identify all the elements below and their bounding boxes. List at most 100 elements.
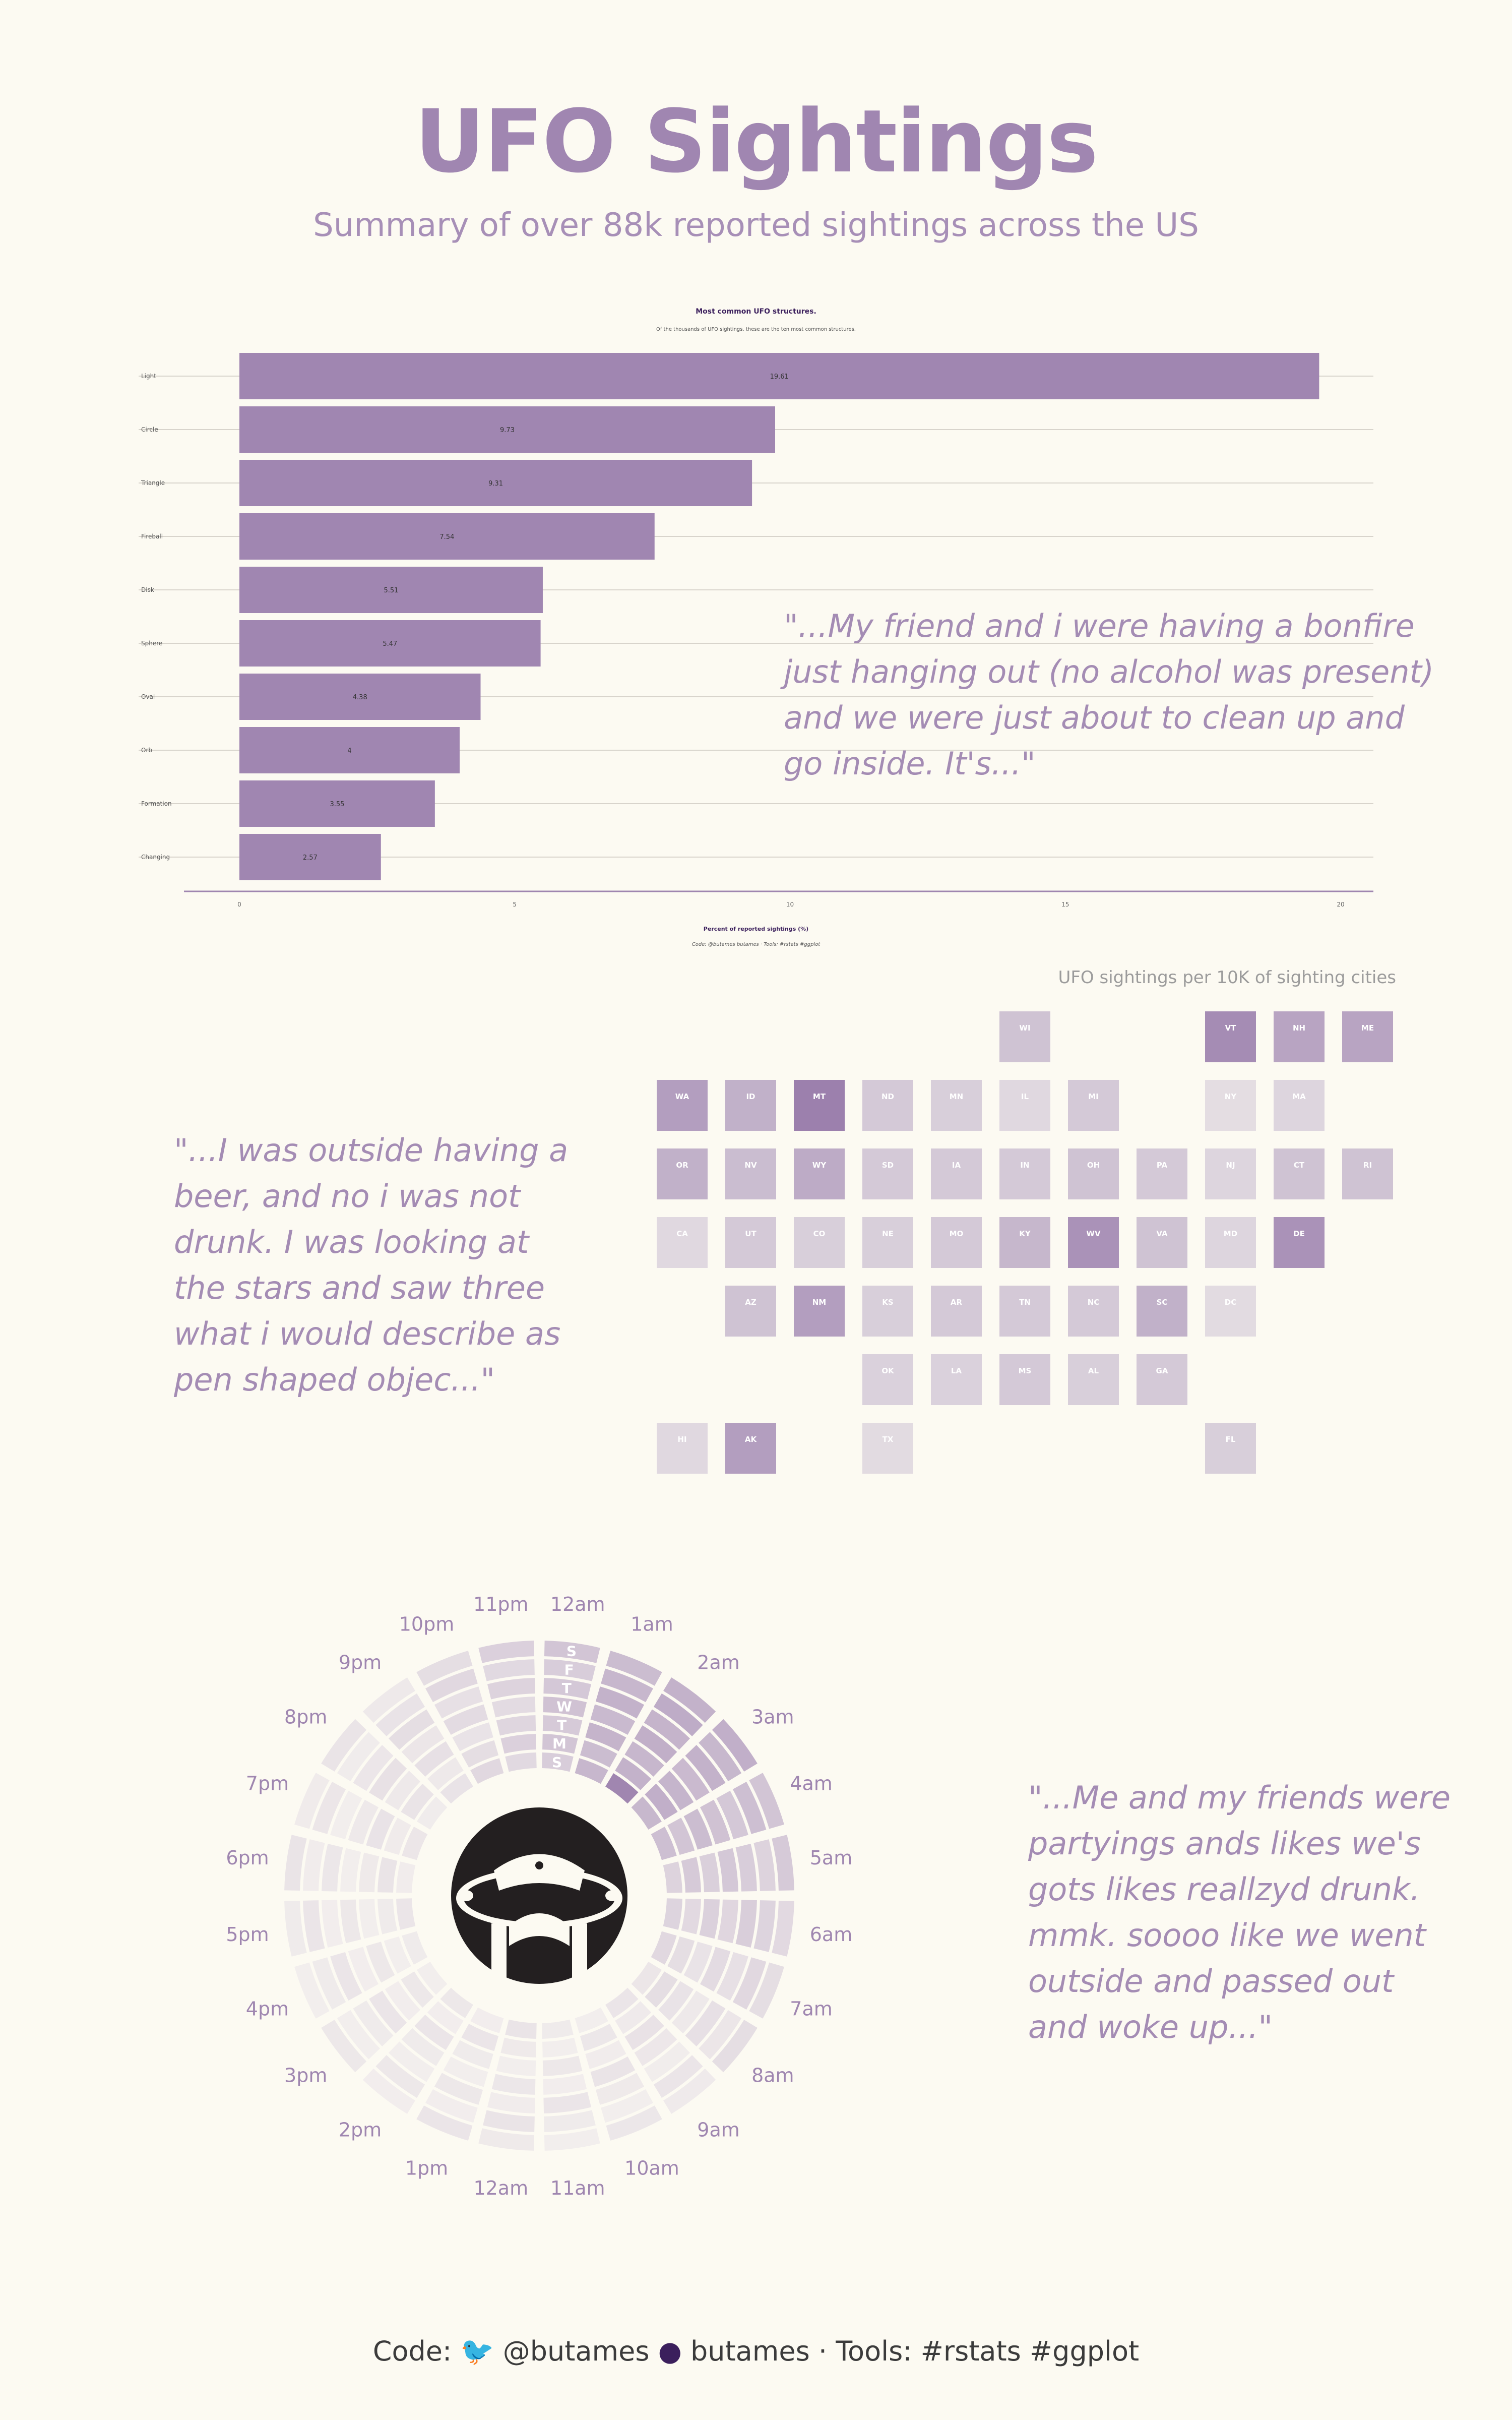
- radial-cell: [542, 2019, 574, 2039]
- radial-hour-label: 2am: [697, 1652, 739, 1674]
- footer-github-handle[interactable]: butames: [690, 2335, 810, 2367]
- state-tile-label: WY: [812, 1161, 827, 1170]
- radial-hour-label: 4am: [790, 1773, 832, 1795]
- state-tile-label: WA: [675, 1092, 689, 1101]
- radial-day-label: W: [556, 1699, 572, 1715]
- state-tile-label: IN: [1020, 1161, 1029, 1170]
- state-tile-label: NV: [744, 1161, 757, 1170]
- radial-hour-label: 3am: [751, 1706, 794, 1728]
- bar-x-tick-label: 20: [1337, 901, 1344, 908]
- radial-hour-label: 5am: [810, 1847, 852, 1869]
- state-tile-label: NE: [882, 1229, 894, 1238]
- state-tile-ks: [862, 1286, 913, 1337]
- radial-cell: [500, 1734, 536, 1754]
- radial-cell: [340, 1899, 361, 1944]
- radial-cell: [699, 1852, 720, 1893]
- footer-separator: ·: [818, 2335, 828, 2367]
- state-tile-label: MO: [950, 1229, 964, 1238]
- state-tile-label: NJ: [1226, 1161, 1235, 1170]
- state-tile-ia: [931, 1148, 982, 1199]
- state-tile-nv: [725, 1148, 776, 1199]
- state-tile-wa: [657, 1080, 708, 1131]
- state-tile-label: AZ: [745, 1298, 757, 1307]
- radial-cell: [735, 1843, 757, 1892]
- state-tile-la: [931, 1354, 982, 1405]
- state-tile-md: [1205, 1217, 1256, 1268]
- state-tile-de: [1274, 1217, 1325, 1268]
- state-tile-wi: [999, 1011, 1050, 1062]
- radial-hour-label: 11am: [550, 2177, 605, 2199]
- state-tile-or: [657, 1148, 708, 1199]
- state-tile-label: NM: [812, 1298, 826, 1307]
- hour-day-radial-heatmap: 12am 1am 2am 3am 4am 5am 6am 7am 8am 9am 10am 11am 1…: [226, 1593, 852, 2199]
- state-tile-fl: [1205, 1423, 1256, 1474]
- page-subtitle: Summary of over 88k reported sightings a…: [313, 207, 1199, 244]
- state-tile-mt: [794, 1080, 845, 1131]
- radial-hour-label: 6am: [810, 1923, 852, 1946]
- radial-cell: [359, 1852, 380, 1893]
- state-tile-ut: [725, 1217, 776, 1268]
- radial-day-label: M: [552, 1735, 566, 1752]
- state-tile-label: MS: [1019, 1366, 1032, 1375]
- radial-hour-label: 10am: [624, 2157, 679, 2180]
- radial-hour-label: 5pm: [226, 1923, 269, 1946]
- state-tile-ms: [999, 1354, 1050, 1405]
- state-tile-label: OH: [1087, 1161, 1100, 1170]
- radial-day-label: F: [564, 1661, 574, 1678]
- radial-cell: [663, 1898, 682, 1930]
- radial-cell: [753, 1839, 776, 1891]
- state-tile-pa: [1137, 1148, 1187, 1199]
- footer-twitter-handle[interactable]: @butames: [503, 2335, 650, 2367]
- state-tile-label: NY: [1225, 1092, 1237, 1101]
- bar-value-label: 7.54: [439, 533, 454, 541]
- radial-cell: [483, 1659, 535, 1681]
- radial-hour-label: 9pm: [339, 1652, 382, 1674]
- radial-cell: [487, 2092, 535, 2113]
- state-tile-mi: [1068, 1080, 1119, 1131]
- bar-chart-subtitle: Of the thousands of UFO sightings, these…: [656, 327, 856, 332]
- radial-hour-label: 9am: [697, 2119, 739, 2141]
- radial-day-label: S: [566, 1643, 577, 1660]
- radial-cell: [543, 2074, 587, 2095]
- state-tile-ri: [1342, 1148, 1393, 1199]
- ufo-icon: [451, 1807, 627, 1984]
- radial-cell: [322, 1843, 343, 1892]
- radial-hour-label: 12am: [473, 2177, 528, 2199]
- radial-hour-label: 8pm: [284, 1706, 327, 1728]
- radial-cell: [505, 2019, 537, 2039]
- state-tile-label: NH: [1293, 1023, 1305, 1033]
- bar-x-tick-label: 15: [1061, 901, 1069, 908]
- bar-category-label: Triangle: [141, 479, 165, 487]
- state-tile-wv: [1068, 1217, 1119, 1268]
- state-tiles: WI VT NH ME WA ID MT ND MN IL MI NY MA OR NV WY SD IA IN OH…: [657, 1011, 1393, 1474]
- bar-value-label: 19.61: [770, 373, 789, 381]
- state-tile-dc: [1205, 1286, 1256, 1337]
- tile-map-title: UFO sightings per 10K of sighting cities: [1058, 967, 1396, 988]
- state-tile-label: FL: [1226, 1435, 1236, 1444]
- state-tile-label: WV: [1086, 1229, 1101, 1238]
- bar-caption: Code: @butames butames · Tools: #rstats …: [692, 942, 821, 947]
- radial-cell: [377, 1899, 398, 1934]
- state-tile-label: WI: [1019, 1023, 1030, 1033]
- state-tile-label: RI: [1363, 1161, 1372, 1170]
- state-tile-label: KY: [1019, 1229, 1031, 1238]
- radial-hour-label: 1am: [631, 1613, 673, 1635]
- radial-cell: [496, 2055, 536, 2076]
- bar-category-label: Sphere: [141, 640, 162, 647]
- bar-x-tick-label: 10: [786, 901, 794, 908]
- state-tile-ar: [931, 1286, 982, 1337]
- bar-category-label: Circle: [141, 426, 158, 433]
- state-tile-al: [1068, 1354, 1119, 1405]
- bar-category-label: Fireball: [141, 533, 163, 540]
- radial-cell: [359, 1899, 380, 1939]
- state-tile-label: DC: [1225, 1298, 1236, 1307]
- radial-cell: [500, 2037, 536, 2058]
- state-tile-label: SD: [882, 1161, 894, 1170]
- footer-tools: Tools: #rstats #ggplot: [836, 2335, 1140, 2367]
- state-tile-ct: [1274, 1148, 1325, 1199]
- footer-credits: Code: 🐦 @butames ● butames · Tools: #rst…: [0, 2335, 1512, 2368]
- radial-cell: [483, 2110, 535, 2132]
- bar-value-label: 9.73: [500, 427, 515, 434]
- bar-category-label: Light: [141, 373, 156, 380]
- state-tile-label: MI: [1088, 1092, 1099, 1101]
